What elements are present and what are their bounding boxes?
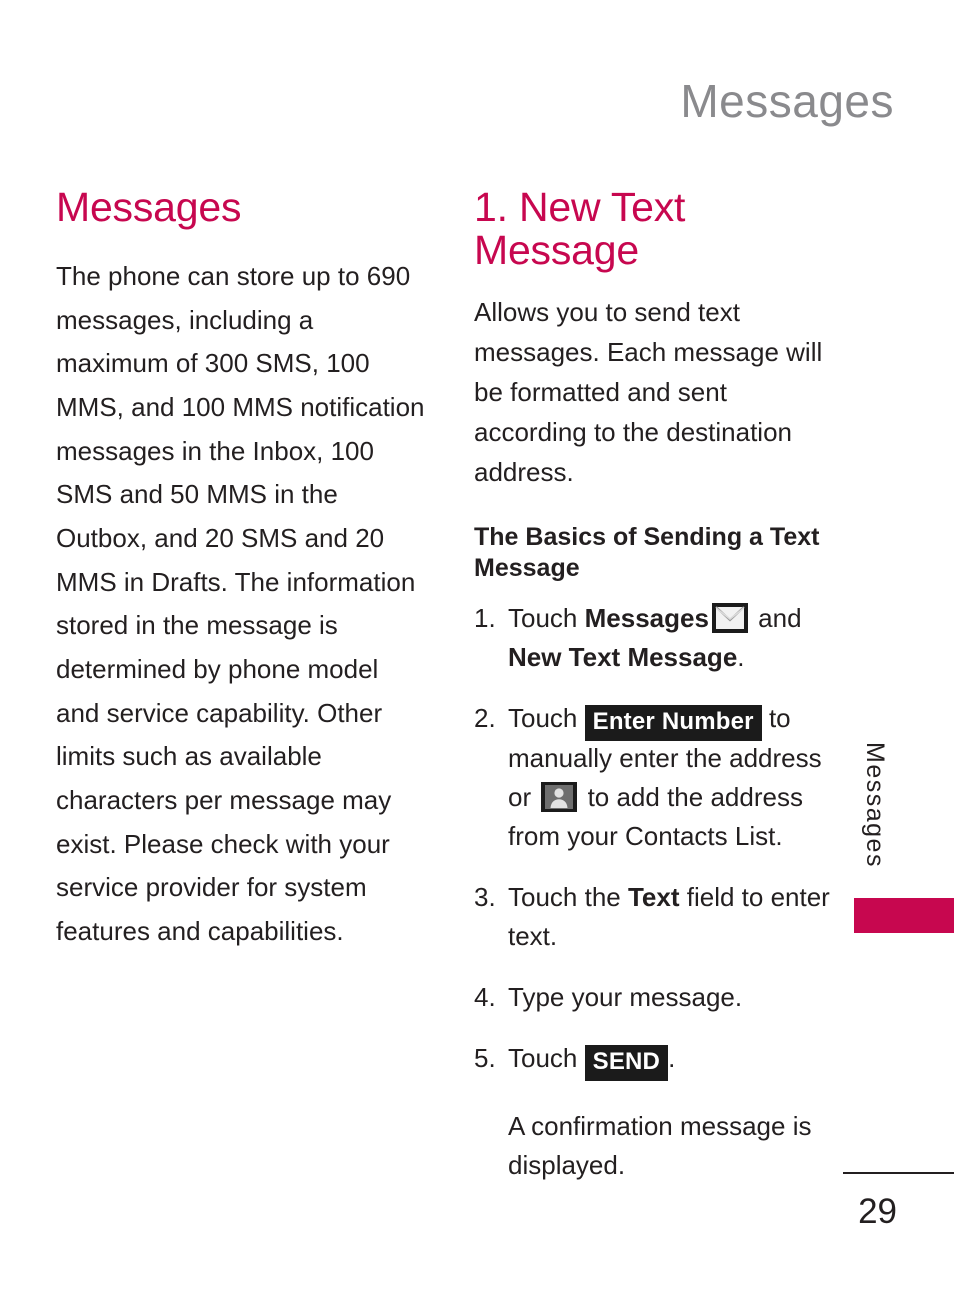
step-bold-messages: Messages xyxy=(584,603,709,634)
step-body: Touch Messages and New Text Message. xyxy=(508,599,846,677)
left-body-paragraph: The phone can store up to 690 messages, … xyxy=(56,261,425,947)
left-section-title: Messages xyxy=(56,184,242,230)
list-item: 1. Touch Messages and New Text Message. xyxy=(474,599,846,677)
step-bold-new-text-message: New Text Message xyxy=(508,642,738,673)
right-column: 1. New Text Message Allows you to send t… xyxy=(474,184,846,1185)
step-number: 3. xyxy=(474,882,496,913)
right-section-title: 1. New Text Message xyxy=(474,184,686,274)
thumb-tab-label: Messages xyxy=(861,742,889,868)
confirmation-note: A confirmation message is displayed. xyxy=(508,1111,812,1181)
thumb-tab-bar xyxy=(854,898,954,933)
step-text: Touch the xyxy=(508,882,628,913)
step-number: 2. xyxy=(474,703,496,734)
list-item: 5. Touch SEND. xyxy=(474,1039,846,1082)
basics-subheading: The Basics of Sending a Text Message xyxy=(474,523,820,582)
step-body: Touch the Text field to enter text. xyxy=(508,878,846,956)
send-button[interactable]: SEND xyxy=(584,1045,669,1082)
contact-person-icon xyxy=(540,781,578,813)
step-number: 4. xyxy=(474,982,496,1013)
step-bold-text-field: Text xyxy=(627,882,680,913)
list-item: 4. Type your message. xyxy=(474,978,846,1017)
step-body: Type your message. xyxy=(508,982,743,1013)
right-intro-paragraph: Allows you to send text messages. Each m… xyxy=(474,297,823,488)
footer-divider xyxy=(843,1172,954,1174)
step-number: 5. xyxy=(474,1043,496,1074)
running-header-title: Messages xyxy=(680,75,894,127)
step-text: Touch xyxy=(508,603,585,634)
left-column: Messages The phone can store up to 690 m… xyxy=(56,184,428,954)
steps-list: 1. Touch Messages and New Text Message. … xyxy=(474,599,846,1082)
list-item: 2. Touch Enter Number to manually enter … xyxy=(474,699,846,856)
step-number: 1. xyxy=(474,603,496,634)
page-number: 29 xyxy=(858,1192,897,1231)
step-text: Touch xyxy=(508,703,585,734)
enter-number-button[interactable]: Enter Number xyxy=(584,705,762,742)
step-text: . xyxy=(737,642,745,673)
step-text: Touch xyxy=(508,1043,585,1074)
step-body: Touch Enter Number to manually enter the… xyxy=(508,699,846,856)
envelope-icon xyxy=(711,602,749,634)
list-item: 3. Touch the Text field to enter text. xyxy=(474,878,846,956)
step-text: . xyxy=(668,1043,676,1074)
step-body: Touch SEND. xyxy=(508,1039,846,1082)
step-text: and xyxy=(750,603,802,634)
